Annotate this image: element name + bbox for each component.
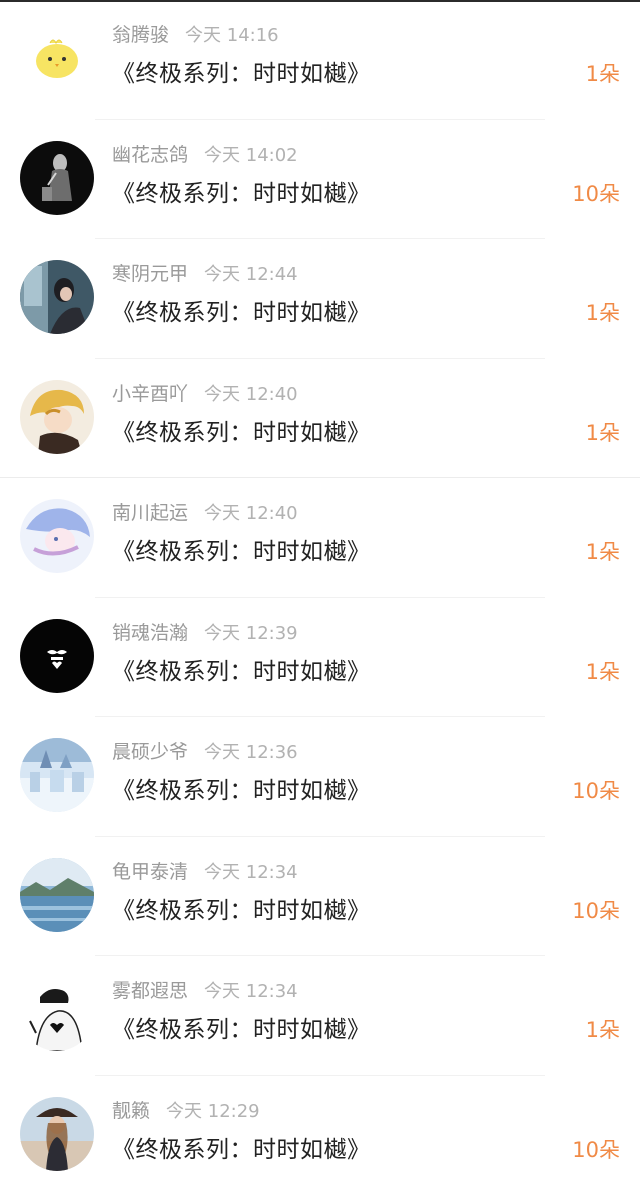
flower-count: 10朵 — [572, 895, 620, 925]
flower-count: 1朵 — [586, 1014, 620, 1044]
sender-line: 晨硕少爷今天 12:36 — [112, 737, 298, 764]
timestamp: 今天 12:36 — [204, 742, 298, 763]
sender-line: 雾都遐思今天 12:34 — [112, 976, 298, 1003]
sender-name[interactable]: 靓籁 — [112, 1100, 150, 1122]
gift-message: 《终极系列：时时如樾》 — [112, 891, 371, 925]
sender-line: 翁腾骏今天 14:16 — [112, 20, 279, 47]
timestamp: 今天 12:29 — [166, 1101, 260, 1122]
timestamp: 今天 12:34 — [204, 862, 298, 883]
lake-landscape-avatar-icon[interactable] — [20, 858, 94, 932]
gift-message: 《终极系列：时时如樾》 — [112, 652, 371, 686]
flower-count: 1朵 — [586, 656, 620, 686]
timestamp: 今天 14:16 — [185, 25, 279, 46]
list-item[interactable]: 南川起运今天 12:40 《终极系列：时时如樾》 1朵 — [0, 478, 640, 598]
list-item[interactable]: 龟甲泰清今天 12:34 《终极系列：时时如樾》 10朵 — [0, 837, 640, 957]
gift-message: 《终极系列：时时如樾》 — [112, 771, 371, 805]
sender-name[interactable]: 幽花志鸽 — [112, 144, 188, 166]
gift-message: 《终极系列：时时如樾》 — [112, 174, 371, 208]
sender-line: 销魂浩瀚今天 12:39 — [112, 618, 298, 645]
sender-line: 靓籁今天 12:29 — [112, 1096, 260, 1123]
sender-line: 寒阴元甲今天 12:44 — [112, 259, 298, 286]
list-item[interactable]: 小辛酉吖今天 12:40 《终极系列：时时如樾》 1朵 — [0, 359, 640, 479]
list-item[interactable]: 晨硕少爷今天 12:36 《终极系列：时时如樾》 10朵 — [0, 717, 640, 837]
sender-line: 南川起运今天 12:40 — [112, 498, 298, 525]
dark-figure-avatar-icon[interactable] — [20, 141, 94, 215]
ice-sculpture-avatar-icon[interactable] — [20, 738, 94, 812]
sender-name[interactable]: 翁腾骏 — [112, 24, 169, 46]
yellow-chick-avatar-icon[interactable] — [20, 21, 94, 95]
sender-line: 小辛酉吖今天 12:40 — [112, 379, 298, 406]
flower-count: 10朵 — [572, 178, 620, 208]
sender-name[interactable]: 晨硕少爷 — [112, 741, 188, 763]
list-item[interactable]: 靓籁今天 12:29 《终极系列：时时如樾》 10朵 — [0, 1076, 640, 1195]
flower-count: 1朵 — [586, 536, 620, 566]
timestamp: 今天 12:40 — [204, 503, 298, 524]
flower-count: 1朵 — [586, 417, 620, 447]
flower-count: 1朵 — [586, 297, 620, 327]
anime-blonde-avatar-icon[interactable] — [20, 380, 94, 454]
gift-message: 《终极系列：时时如樾》 — [112, 54, 371, 88]
girl-at-window-avatar-icon[interactable] — [20, 260, 94, 334]
sender-name[interactable]: 寒阴元甲 — [112, 263, 188, 285]
timestamp: 今天 12:34 — [204, 981, 298, 1002]
black-mustache-avatar-icon[interactable] — [20, 619, 94, 693]
gift-message: 《终极系列：时时如樾》 — [112, 532, 371, 566]
timestamp: 今天 12:39 — [204, 623, 298, 644]
list-item[interactable]: 雾都遐思今天 12:34 《终极系列：时时如樾》 1朵 — [0, 956, 640, 1076]
list-item[interactable]: 销魂浩瀚今天 12:39 《终极系列：时时如樾》 1朵 — [0, 598, 640, 718]
timestamp: 今天 12:44 — [204, 264, 298, 285]
flower-count: 10朵 — [572, 775, 620, 805]
sender-name[interactable]: 销魂浩瀚 — [112, 622, 188, 644]
list-item[interactable]: 幽花志鸽今天 14:02 《终极系列：时时如樾》 10朵 — [0, 120, 640, 240]
gift-message: 《终极系列：时时如樾》 — [112, 413, 371, 447]
pastel-anime-avatar-icon[interactable] — [20, 499, 94, 573]
gift-message: 《终极系列：时时如樾》 — [112, 1010, 371, 1044]
sender-name[interactable]: 龟甲泰清 — [112, 861, 188, 883]
gift-message: 《终极系列：时时如樾》 — [112, 1130, 371, 1164]
list-item[interactable]: 翁腾骏今天 14:16 《终极系列：时时如樾》 1朵 — [0, 0, 640, 120]
timestamp: 今天 12:40 — [204, 384, 298, 405]
sender-name[interactable]: 雾都遐思 — [112, 980, 188, 1002]
gift-list: 翁腾骏今天 14:16 《终极系列：时时如樾》 1朵 幽花志鸽今天 14:02 … — [0, 0, 640, 1195]
hat-girl-avatar-icon[interactable] — [20, 1097, 94, 1171]
sender-line: 幽花志鸽今天 14:02 — [112, 140, 298, 167]
timestamp: 今天 14:02 — [204, 145, 298, 166]
sender-name[interactable]: 小辛酉吖 — [112, 383, 188, 405]
sender-line: 龟甲泰清今天 12:34 — [112, 857, 298, 884]
heart-sketch-avatar-icon[interactable] — [20, 977, 94, 1051]
flower-count: 10朵 — [572, 1134, 620, 1164]
sender-name[interactable]: 南川起运 — [112, 502, 188, 524]
gift-message: 《终极系列：时时如樾》 — [112, 293, 371, 327]
list-item[interactable]: 寒阴元甲今天 12:44 《终极系列：时时如樾》 1朵 — [0, 239, 640, 359]
flower-count: 1朵 — [586, 58, 620, 88]
